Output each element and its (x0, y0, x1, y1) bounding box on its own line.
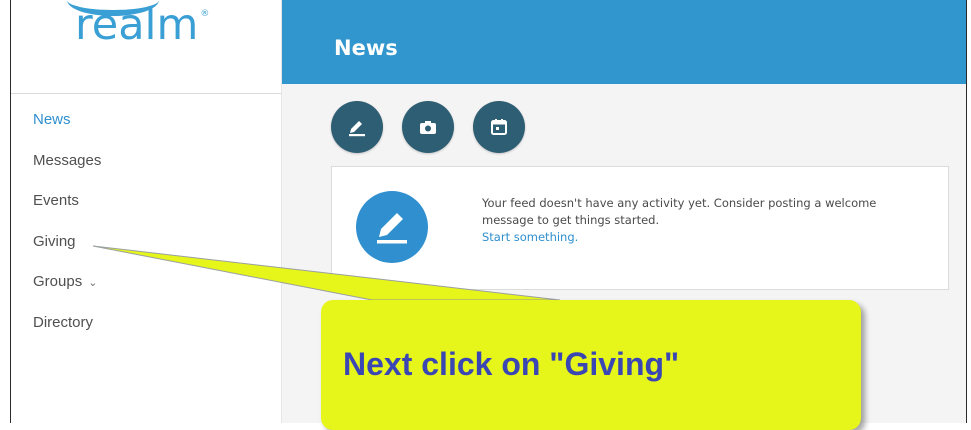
page-title: News (334, 36, 398, 60)
sidebar-item-label: Giving (33, 232, 76, 250)
sidebar-item-giving[interactable]: Giving (33, 232, 101, 273)
sidebar-item-label: Directory (33, 313, 94, 331)
sidebar-item-directory[interactable]: Directory (33, 313, 101, 354)
sidebar-item-label: Groups (33, 273, 83, 290)
realm-logo[interactable]: realm ® (75, 2, 209, 62)
sidebar-item-news[interactable]: News (33, 110, 101, 151)
start-something-link[interactable]: Start something. (482, 229, 902, 246)
post-event-button[interactable] (473, 101, 525, 153)
page-header: News (282, 0, 966, 84)
sidebar-nav: News Messages Events Giving Groups ⌄ Dire… (33, 110, 101, 353)
empty-feed-illustration (356, 191, 428, 263)
sidebar: realm ® News Messages Events Giving Group… (11, 0, 282, 423)
pencil-icon (349, 121, 365, 137)
sidebar-item-label: Events (33, 192, 79, 209)
sidebar-item-label: Messages (33, 151, 102, 169)
empty-feed-card: Your feed doesn't have any activity yet.… (331, 166, 949, 290)
chevron-down-icon: ⌄ (88, 277, 98, 289)
post-photo-button[interactable] (402, 101, 454, 153)
pencil-icon (377, 213, 407, 244)
callout-text: Next click on "Giving" (343, 346, 680, 382)
calendar-icon (491, 119, 507, 135)
empty-feed-message: Your feed doesn't have any activity yet.… (482, 195, 902, 246)
logo-text: realm (75, 0, 199, 50)
camera-icon (420, 121, 436, 134)
empty-feed-text: Your feed doesn't have any activity yet.… (482, 196, 877, 227)
tutorial-callout: Next click on "Giving" (321, 300, 861, 430)
sidebar-item-events[interactable]: Events (33, 191, 101, 232)
sidebar-divider (11, 93, 281, 94)
sidebar-item-label: News (33, 111, 71, 128)
sidebar-item-groups[interactable]: Groups ⌄ (33, 272, 101, 313)
sidebar-item-messages[interactable]: Messages (33, 151, 101, 192)
post-message-button[interactable] (331, 101, 383, 153)
logo-registered-mark: ® (200, 9, 210, 19)
